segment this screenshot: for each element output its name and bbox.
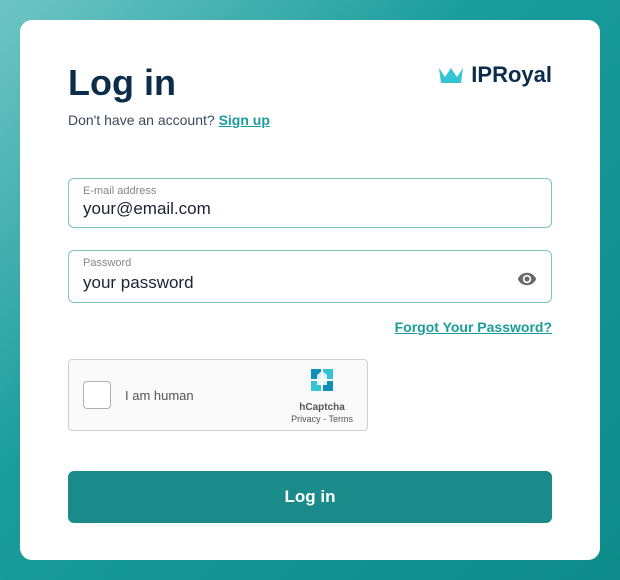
login-form: E-mail address Password Forgot Your Pass… xyxy=(68,178,552,523)
login-button[interactable]: Log in xyxy=(68,471,552,523)
captcha-privacy-link[interactable]: Privacy xyxy=(291,414,321,424)
crown-icon xyxy=(437,65,465,85)
forgot-password-row: Forgot Your Password? xyxy=(68,319,552,337)
signup-link[interactable]: Sign up xyxy=(219,112,270,128)
eye-icon[interactable] xyxy=(517,269,537,294)
captcha-terms: Privacy - Terms xyxy=(291,414,353,426)
email-field-group[interactable]: E-mail address xyxy=(68,178,552,228)
login-card: Log in IPRoyal Don't have an account? Si… xyxy=(20,20,600,560)
logo-text: IPRoyal xyxy=(471,62,552,88)
logo: IPRoyal xyxy=(437,62,552,88)
header: Log in IPRoyal xyxy=(68,62,552,104)
hcaptcha-icon xyxy=(307,365,337,395)
forgot-password-link[interactable]: Forgot Your Password? xyxy=(395,319,552,335)
password-field-group[interactable]: Password xyxy=(68,250,552,303)
captcha-label: I am human xyxy=(125,388,194,403)
captcha-checkbox[interactable] xyxy=(83,381,111,409)
page-title: Log in xyxy=(68,62,176,104)
subtitle: Don't have an account? Sign up xyxy=(68,112,552,128)
captcha-right: hCaptcha Privacy - Terms xyxy=(291,365,353,425)
password-label: Password xyxy=(83,257,537,269)
captcha-brand: hCaptcha xyxy=(291,401,353,414)
email-field[interactable] xyxy=(83,197,537,219)
captcha-box: I am human hCaptcha Privacy - Terms xyxy=(68,359,368,431)
captcha-terms-link[interactable]: Terms xyxy=(329,414,354,424)
captcha-left: I am human xyxy=(83,381,194,409)
subtitle-prefix: Don't have an account? xyxy=(68,112,219,128)
email-label: E-mail address xyxy=(83,185,537,197)
password-field[interactable] xyxy=(83,271,517,293)
